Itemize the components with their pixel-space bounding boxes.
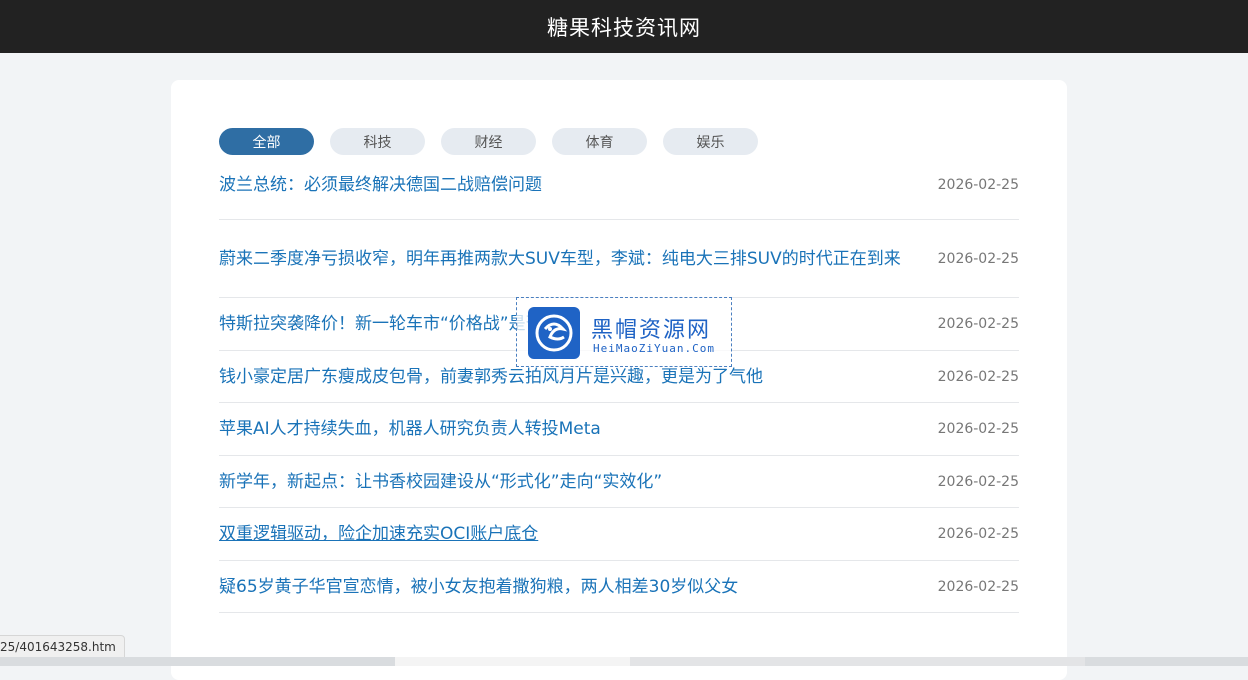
list-item: 苹果AI人才持续失血，机器人研究负责人转投Meta 2026-02-25 [219,403,1019,456]
watermark-subtitle: HeiMaoZiYuan.Com [593,342,715,355]
category-tabs: 全部 科技 财经 体育 娱乐 [219,128,758,155]
list-item: 疑65岁黄子华官宣恋情，被小女友抱着撒狗粮，两人相差30岁似父女 2026-02… [219,561,1019,613]
tab-all[interactable]: 全部 [219,128,314,155]
news-link[interactable]: 蔚来二季度净亏损收窄，明年再推两款大SUV车型，李斌：纯电大三排SUV的时代正在… [219,246,919,272]
news-link[interactable]: 钱小豪定居广东瘦成皮包骨，前妻郭秀云拍风月片是兴趣，更是为了气他 [219,364,919,390]
watermark: 黑帽资源网 HeiMaoZiYuan.Com [516,297,732,367]
news-date: 2026-02-25 [937,578,1019,595]
watermark-title: 黑帽资源网 [591,318,712,343]
list-item: 蔚来二季度净亏损收窄，明年再推两款大SUV车型，李斌：纯电大三排SUV的时代正在… [219,220,1019,298]
news-date: 2026-02-25 [937,368,1019,385]
news-link[interactable]: 双重逻辑驱动，险企加速充实OCI账户底仓 [219,521,919,547]
bottom-segment [630,657,1085,666]
news-link[interactable]: 波兰总统：必须最终解决德国二战赔偿问题 [219,172,919,198]
list-item: 新学年，新起点：让书香校园建设从“形式化”走向“实效化” 2026-02-25 [219,456,1019,508]
watermark-logo-icon [528,307,580,359]
news-date: 2026-02-25 [937,526,1019,542]
news-date: 2026-02-25 [937,421,1019,437]
news-card: 全部 科技 财经 体育 娱乐 波兰总统：必须最终解决德国二战赔偿问题 2026-… [171,80,1067,680]
status-bar-url: 25/401643258.htm [0,635,125,658]
site-header: 糖果科技资讯网 [0,0,1248,53]
status-url: 25/401643258.htm [0,639,116,654]
news-link[interactable]: 苹果AI人才持续失血，机器人研究负责人转投Meta [219,416,919,442]
site-title[interactable]: 糖果科技资讯网 [547,12,701,42]
tab-entertainment[interactable]: 娱乐 [663,128,758,155]
news-date: 2026-02-25 [937,316,1019,332]
tab-tech[interactable]: 科技 [330,128,425,155]
news-date: 2026-02-25 [937,473,1019,490]
bottom-segment [395,657,630,666]
news-date: 2026-02-25 [937,177,1019,193]
list-item: 双重逻辑驱动，险企加速充实OCI账户底仓 2026-02-25 [219,508,1019,561]
news-link[interactable]: 疑65岁黄子华官宣恋情，被小女友抱着撒狗粮，两人相差30岁似父女 [219,574,919,600]
tab-sports[interactable]: 体育 [552,128,647,155]
bottom-strip [0,657,1248,666]
news-date: 2026-02-25 [937,250,1019,267]
tab-finance[interactable]: 财经 [441,128,536,155]
news-link[interactable]: 新学年，新起点：让书香校园建设从“形式化”走向“实效化” [219,469,919,495]
news-list: 波兰总统：必须最终解决德国二战赔偿问题 2026-02-25 蔚来二季度净亏损收… [219,170,1019,613]
list-item: 波兰总统：必须最终解决德国二战赔偿问题 2026-02-25 [219,170,1019,220]
